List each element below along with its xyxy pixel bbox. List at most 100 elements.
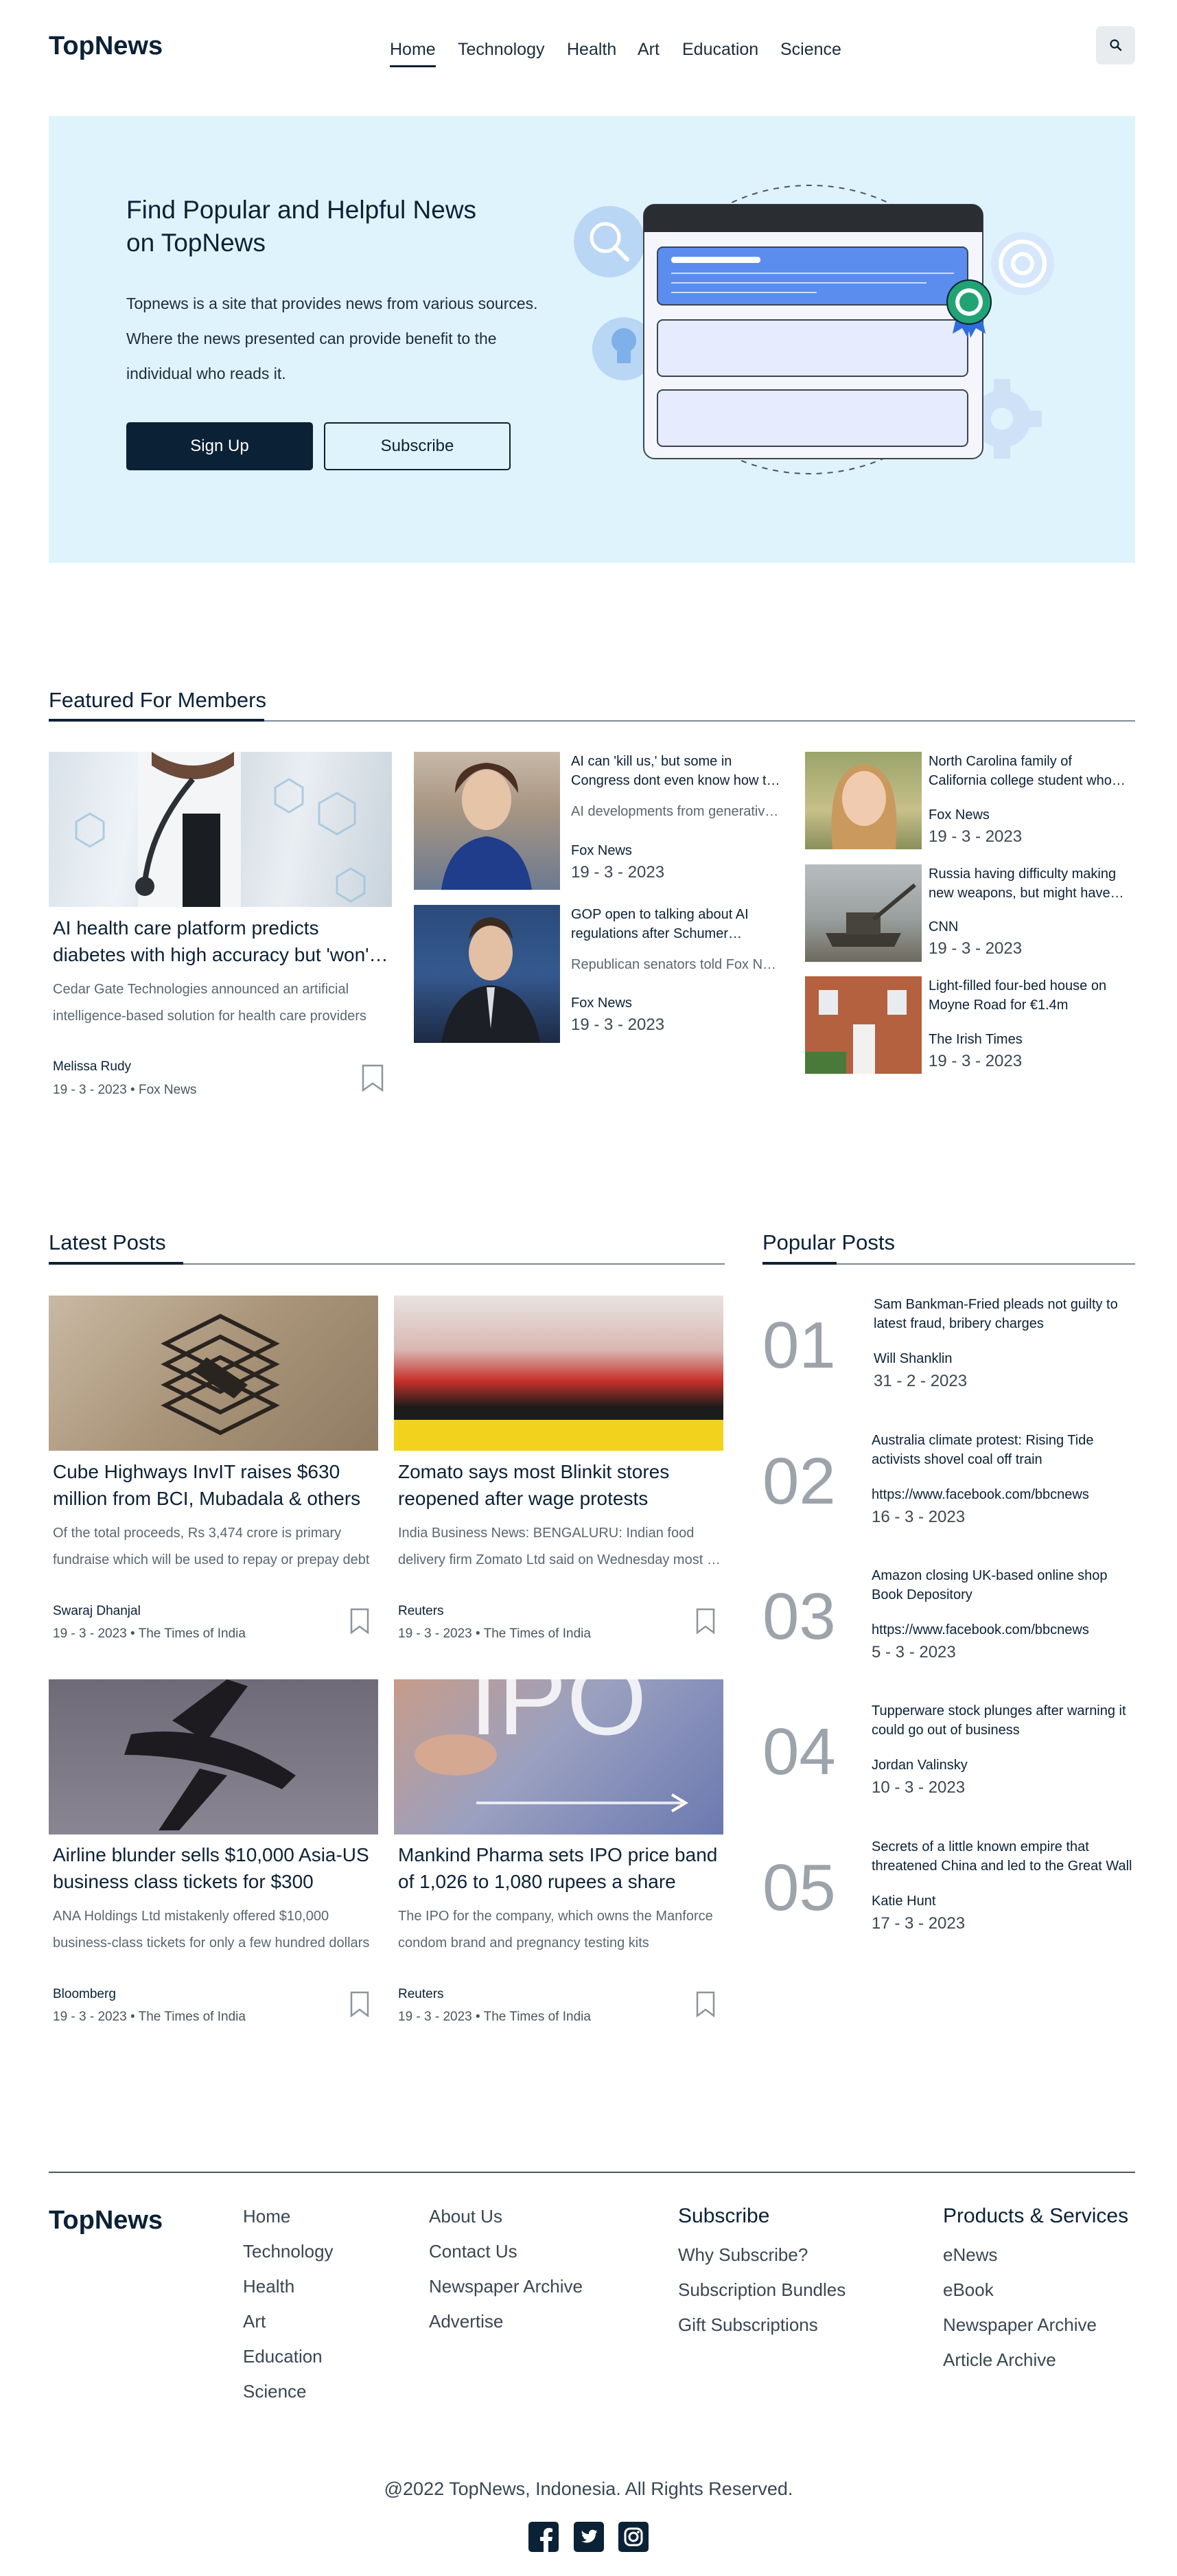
featured-mid-source-1: Fox News [571, 843, 632, 858]
footer-link-health[interactable]: Health [243, 2276, 334, 2311]
footer-link-home[interactable]: Home [243, 2206, 334, 2241]
featured-main-image[interactable] [49, 752, 392, 907]
footer-subscribe-heading: Subscribe [678, 2205, 770, 2227]
featured-mid-title-2[interactable]: GOP open to talking about AI regulations… [571, 905, 782, 943]
footer-link-technology[interactable]: Technology [243, 2241, 334, 2276]
copyright: @2022 TopNews, Indonesia. All Rights Res… [384, 2479, 793, 2499]
magnifier-icon [574, 206, 645, 277]
nav-science[interactable]: Science [780, 40, 841, 60]
featured-main-title[interactable]: AI health care platform predicts diabete… [53, 915, 389, 968]
popular-rank-4: 04 [762, 1715, 836, 1789]
popular-rank-1: 01 [762, 1309, 836, 1382]
latest-title-underline [49, 1262, 183, 1265]
popular-date-3: 5 - 3 - 2023 [872, 1643, 956, 1661]
footer-link-bundles[interactable]: Subscription Bundles [678, 2279, 846, 2314]
footer-link-archive[interactable]: Newspaper Archive [429, 2276, 583, 2311]
popular-date-5: 17 - 3 - 2023 [872, 1914, 966, 1933]
search-button[interactable] [1096, 26, 1135, 65]
latest-post-title-1[interactable]: Cube Highways InvIT raises $630 million … [53, 1458, 375, 1512]
popular-author-2: https://www.facebook.com/bbcnews [872, 1487, 1089, 1502]
featured-right-source-1: Fox News [929, 807, 990, 823]
featured-right-source-2: CNN [929, 919, 959, 934]
hero-title: Find Popular and Helpful News on TopNews [126, 196, 477, 257]
featured-mid-desc-2: Republican senators told Fox News Digita… [571, 957, 782, 972]
latest-post-desc-3: ANA Holdings Ltd mistakenly offered $10,… [53, 1909, 370, 1951]
footer-logo[interactable]: TopNews [49, 2206, 163, 2235]
footer-link-enews[interactable]: eNews [943, 2244, 1128, 2279]
popular-rank-3: 03 [762, 1580, 836, 1653]
featured-right-source-3: The Irish Times [929, 1032, 1023, 1047]
footer-subscribe-col: Subscribe Why Subscribe? Subscription Bu… [678, 2205, 846, 2349]
footer-link-about[interactable]: About Us [429, 2206, 583, 2241]
featured-mid-date-1: 19 - 3 - 2023 [571, 863, 665, 882]
latest-post-image-4[interactable]: IPO [394, 1679, 723, 1835]
nav-art[interactable]: Art [638, 40, 660, 60]
latest-post-author-2: Reuters [398, 1604, 444, 1618]
footer-nav-col: Home Technology Health Art Education Sci… [243, 2206, 334, 2416]
footer-link-contact[interactable]: Contact Us [429, 2241, 583, 2276]
featured-right-image-1[interactable] [805, 752, 922, 849]
latest-section-title: Latest Posts [49, 1230, 166, 1254]
popular-date-2: 16 - 3 - 2023 [872, 1508, 966, 1526]
nav-education[interactable]: Education [682, 40, 758, 60]
subscribe-button[interactable]: Subscribe [324, 422, 511, 470]
featured-right-title-2[interactable]: Russia having difficulty making new weap… [929, 864, 1131, 903]
signup-button[interactable]: Sign Up [126, 422, 313, 470]
footer-link-art[interactable]: Art [243, 2311, 334, 2346]
popular-title-2[interactable]: Australia climate protest: Rising Tide a… [872, 1431, 1132, 1469]
latest-post-meta-3: 19 - 3 - 2023 • The Times of India [53, 2010, 246, 2024]
featured-mid-title-1[interactable]: AI can 'kill us,' but some in Congress d… [571, 752, 782, 790]
nav-home[interactable]: Home [390, 40, 436, 67]
bookmark-icon[interactable] [361, 1064, 384, 1092]
latest-post-title-3[interactable]: Airline blunder sells $10,000 Asia-US bu… [53, 1841, 375, 1895]
featured-mid-date-2: 19 - 3 - 2023 [571, 1015, 665, 1034]
featured-right-title-3[interactable]: Light-filled four-bed house on Moyne Roa… [929, 976, 1131, 1015]
footer-link-newspaper-archive[interactable]: Newspaper Archive [943, 2314, 1128, 2349]
latest-post-author-4: Reuters [398, 1987, 444, 2001]
facebook-icon[interactable] [528, 2522, 559, 2552]
featured-right-title-1[interactable]: North Carolina family of California coll… [929, 752, 1131, 790]
featured-right-image-2[interactable] [805, 864, 922, 962]
footer-link-science[interactable]: Science [243, 2381, 334, 2416]
footer-link-advertise[interactable]: Advertise [429, 2311, 583, 2346]
latest-post-desc-4: The IPO for the company, which owns the … [398, 1909, 713, 1951]
hero-illustration [574, 185, 1054, 474]
popular-rank-5: 05 [762, 1851, 836, 1924]
nav-health[interactable]: Health [567, 40, 616, 60]
bookmark-icon[interactable] [695, 1991, 716, 2017]
popular-author-5: Katie Hunt [872, 1894, 936, 1909]
latest-post-meta-4: 19 - 3 - 2023 • The Times of India [398, 2010, 591, 2024]
featured-title-underline [49, 719, 264, 722]
footer-link-why-subscribe[interactable]: Why Subscribe? [678, 2244, 846, 2279]
latest-post-image-2[interactable] [394, 1296, 723, 1451]
popular-title-3[interactable]: Amazon closing UK-based online shop Book… [872, 1566, 1132, 1605]
popular-title-4[interactable]: Tupperware stock plunges after warning i… [872, 1701, 1132, 1740]
footer-link-education[interactable]: Education [243, 2346, 334, 2381]
featured-mid-image-1[interactable] [414, 752, 560, 890]
latest-post-image-1[interactable] [49, 1296, 378, 1451]
popular-author-4: Jordan Valinsky [872, 1758, 968, 1773]
latest-post-title-2[interactable]: Zomato says most Blinkit stores reopened… [398, 1458, 721, 1512]
popular-title-5[interactable]: Secrets of a little known empire that th… [872, 1837, 1132, 1876]
popular-author-1: Will Shanklin [874, 1351, 953, 1366]
popular-title-1[interactable]: Sam Bankman-Fried pleads not guilty to l… [874, 1295, 1134, 1333]
instagram-icon[interactable] [618, 2522, 649, 2552]
popular-title-underline [762, 1262, 837, 1265]
search-icon [1109, 39, 1121, 51]
footer-products-col: Products & Services eNews eBook Newspape… [943, 2205, 1128, 2384]
footer-link-article-archive[interactable]: Article Archive [943, 2349, 1128, 2384]
bookmark-icon[interactable] [349, 1991, 370, 2017]
site-logo[interactable]: TopNews [49, 32, 163, 61]
twitter-icon[interactable] [574, 2522, 604, 2552]
footer-link-gift[interactable]: Gift Subscriptions [678, 2314, 846, 2349]
featured-mid-image-2[interactable] [414, 905, 560, 1043]
bookmark-icon[interactable] [695, 1608, 716, 1634]
featured-right-image-3[interactable] [805, 976, 922, 1074]
bookmark-icon[interactable] [349, 1608, 370, 1634]
latest-post-image-3[interactable] [49, 1679, 378, 1835]
nav-technology[interactable]: Technology [458, 40, 544, 60]
footer-link-ebook[interactable]: eBook [943, 2279, 1128, 2314]
featured-right-date-2: 19 - 3 - 2023 [929, 939, 1023, 958]
latest-post-title-4[interactable]: Mankind Pharma sets IPO price band of 1,… [398, 1841, 721, 1895]
svg-text:IPO: IPO [469, 1679, 646, 1756]
